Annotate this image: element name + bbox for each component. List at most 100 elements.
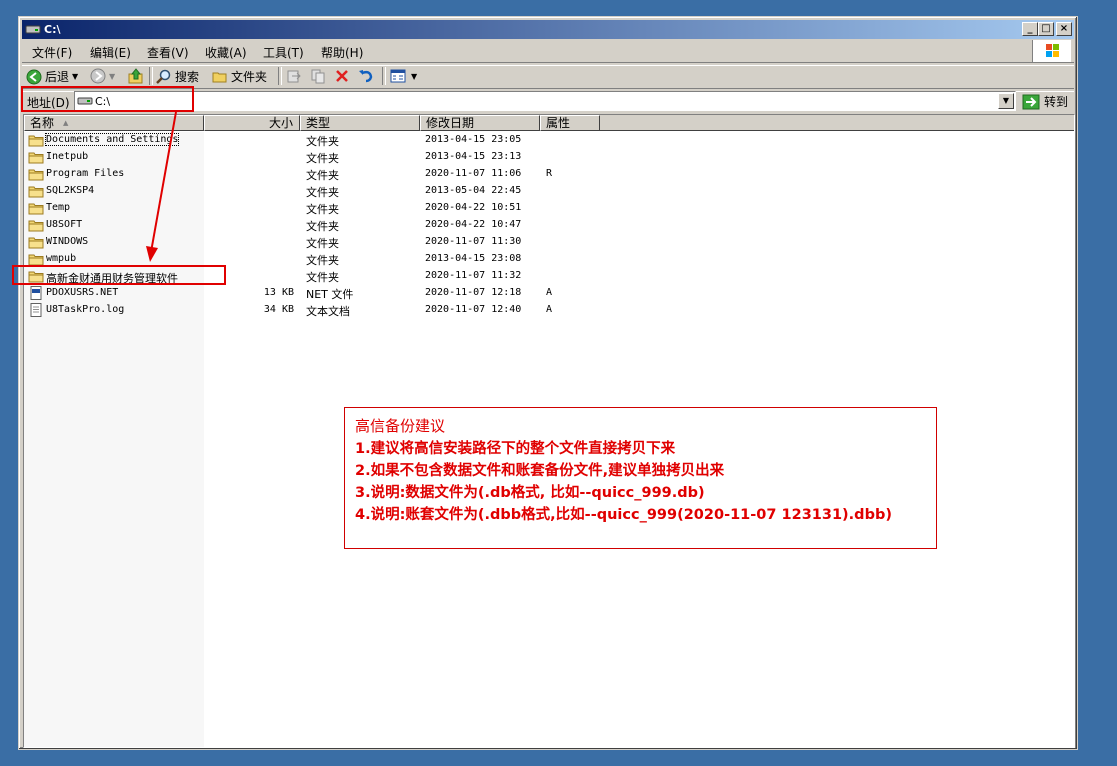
menu-favorites[interactable]: 收藏(A) [205, 44, 247, 61]
text-file-icon [28, 303, 44, 317]
file-modified: 2020-04-22 10:51 [425, 202, 522, 213]
menu-file[interactable]: 文件(F) [32, 44, 72, 61]
file-attributes: R [546, 168, 553, 179]
windows-logo-icon [1032, 40, 1071, 62]
maximize-button[interactable]: □ [1038, 22, 1054, 36]
file-name: WINDOWS [46, 236, 89, 247]
file-row[interactable]: Documents and Settings 文件夹 2013-04-15 23:0… [24, 132, 924, 149]
column-header-attributes[interactable]: 属性 [540, 115, 600, 131]
chevron-down-icon: ▼ [72, 72, 79, 81]
file-modified: 2020-11-07 12:18 [425, 287, 522, 298]
column-header-modified[interactable]: 修改日期 [420, 115, 540, 131]
file-name: Inetpub [46, 151, 89, 162]
title-bar[interactable]: C:\ _ □ × [22, 20, 1074, 39]
file-modified: 2013-04-15 23:05 [425, 134, 522, 145]
maximize-icon: □ [1041, 23, 1051, 34]
file-row[interactable]: U8SOFT 文件夹 2020-04-22 10:47 [24, 217, 924, 234]
go-button[interactable]: 转到 [1022, 93, 1068, 110]
move-to-button[interactable] [286, 68, 302, 84]
file-modified: 2020-11-07 11:32 [425, 270, 522, 281]
copy-to-icon [311, 69, 325, 84]
net-file-icon [28, 286, 44, 300]
menu-help[interactable]: 帮助(H) [321, 44, 363, 61]
note-line: 4.说明:账套文件为(.dbb格式,比如--quicc_999(2020-11-… [355, 507, 892, 523]
views-icon [390, 69, 406, 83]
file-type: 文件夹 [306, 237, 339, 250]
window-title: C:\ [44, 23, 61, 36]
up-folder-button[interactable] [128, 68, 144, 84]
chevron-down-icon: ▼ [109, 71, 116, 81]
menu-bar: 文件(F) 编辑(E) 查看(V) 收藏(A) 工具(T) 帮助(H) [22, 40, 1074, 62]
file-attributes: A [546, 287, 553, 298]
search-button[interactable]: 搜索 [156, 68, 199, 85]
column-header-name[interactable]: 名称 ▲ [24, 115, 204, 131]
folder-icon [28, 133, 44, 147]
file-type: NET 文件 [306, 288, 354, 301]
file-modified: 2020-04-22 10:47 [425, 219, 522, 230]
file-modified: 2013-04-15 23:08 [425, 253, 522, 264]
file-row[interactable]: PDOXUSRS.NET 13 KB NET 文件 2020-11-07 12:18 A [24, 285, 924, 302]
file-name: U8SOFT [46, 219, 83, 230]
file-type: 文件夹 [306, 152, 339, 165]
toolbar-separator [382, 67, 386, 85]
file-row[interactable]: Temp 文件夹 2020-04-22 10:51 [24, 200, 924, 217]
backup-advice-note: 高信备份建议 1.建议将高信安装路径下的整个文件直接拷贝下来 2.如果不包含数据… [344, 407, 937, 549]
forward-arrow-icon [90, 68, 106, 84]
file-modified: 2020-11-07 11:06 [425, 168, 522, 179]
views-button[interactable]: ▼ [390, 68, 417, 84]
file-modified: 2013-04-15 23:13 [425, 151, 522, 162]
file-row[interactable]: Inetpub 文件夹 2013-04-15 23:13 [24, 149, 924, 166]
folders-button[interactable]: 文件夹 [212, 68, 267, 85]
folder-icon [28, 252, 44, 266]
minimize-icon: _ [1027, 23, 1033, 34]
file-name: U8TaskPro.log [46, 304, 125, 315]
address-dropdown-button[interactable]: ▼ [998, 93, 1014, 109]
file-size: 13 KB [263, 287, 294, 298]
toolbar-separator [149, 67, 153, 85]
folder-icon [28, 150, 44, 164]
window-controls: _ □ × [1022, 22, 1072, 37]
chevron-down-icon: ▼ [1002, 96, 1010, 105]
menu-edit[interactable]: 编辑(E) [90, 44, 131, 61]
search-icon [156, 69, 171, 84]
copy-to-button[interactable] [310, 68, 326, 84]
file-name: PDOXUSRS.NET [46, 287, 119, 298]
menu-view[interactable]: 查看(V) [147, 44, 189, 61]
column-name-label: 名称 [30, 116, 55, 130]
file-row[interactable]: Program Files 文件夹 2020-11-07 11:06 R [24, 166, 924, 183]
address-input[interactable]: C:\ ▼ [74, 91, 1016, 111]
column-header-type[interactable]: 类型 [300, 115, 420, 131]
go-arrow-icon [1022, 94, 1040, 109]
column-headers: 名称 ▲ 大小 类型 修改日期 属性 [24, 115, 1074, 131]
drive-icon [25, 25, 41, 34]
file-type: 文件夹 [306, 186, 339, 199]
file-type: 文件夹 [306, 135, 339, 148]
toolbar: 后退 ▼ ▼ 搜索 文件夹 ▼ [22, 64, 1074, 88]
up-folder-icon [128, 68, 143, 84]
folder-icon [28, 167, 44, 181]
folder-highlight-box [12, 265, 226, 285]
file-name: Program Files [46, 168, 125, 179]
back-arrow-icon [26, 69, 42, 84]
file-name: SQL2KSP4 [46, 185, 95, 196]
column-header-filler [600, 115, 1074, 131]
file-row[interactable]: WINDOWS 文件夹 2020-11-07 11:30 [24, 234, 924, 251]
file-row[interactable]: U8TaskPro.log 34 KB 文本文档 2020-11-07 12:40 A [24, 302, 924, 319]
explorer-window: C:\ _ □ × 文件(F) 编辑(E) 查看(V) 收藏(A) 工具(T) … [18, 16, 1078, 750]
file-row[interactable]: SQL2KSP4 文件夹 2013-05-04 22:45 [24, 183, 924, 200]
undo-button[interactable] [358, 68, 374, 84]
forward-button[interactable]: ▼ [90, 68, 115, 84]
file-modified: 2013-05-04 22:45 [425, 185, 522, 196]
folder-icon [28, 218, 44, 232]
minimize-button[interactable]: _ [1022, 22, 1038, 36]
column-header-size[interactable]: 大小 [204, 115, 300, 131]
back-button[interactable]: 后退 ▼ [26, 68, 78, 85]
close-icon: × [1059, 23, 1069, 34]
close-button[interactable]: × [1056, 22, 1072, 36]
file-type: 文件夹 [306, 254, 339, 267]
search-label: 搜索 [175, 70, 200, 84]
menu-tools[interactable]: 工具(T) [263, 44, 304, 61]
folders-icon [212, 72, 227, 82]
toolbar-separator [278, 67, 282, 85]
delete-button[interactable] [334, 68, 350, 84]
